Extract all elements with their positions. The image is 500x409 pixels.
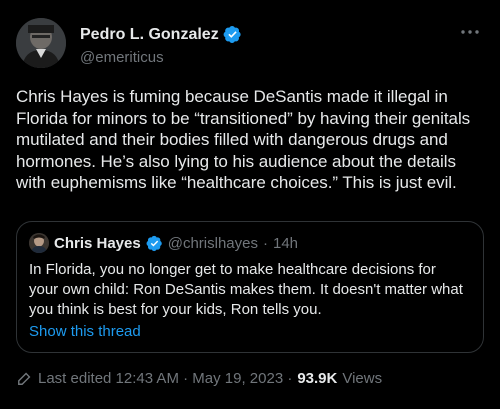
quoted-author-handle: @chrislhayes [167, 234, 258, 252]
quoted-tweet-header: Chris Hayes @chrislhayes · 14h [29, 232, 471, 254]
views-count: 93.9K [297, 370, 338, 387]
author-name-row: Pedro L. Gonzalez [80, 25, 242, 44]
last-edited-label[interactable]: Last edited 12:43 AM · May 19, 2023 · [38, 370, 292, 387]
quoted-author-avatar [29, 233, 49, 253]
quoted-separator: · [262, 234, 268, 252]
more-dots-icon[interactable] [458, 20, 482, 44]
quoted-tweet-text: In Florida, you no longer get to make he… [29, 261, 463, 318]
author-handle[interactable]: @emeriticus [80, 49, 164, 66]
verified-badge-icon[interactable] [223, 25, 242, 44]
tweet-header: Pedro L. Gonzalez @emeriticus [16, 18, 484, 74]
tweet-meta: Last edited 12:43 AM · May 19, 2023 · 93… [16, 370, 382, 387]
quoted-verified-badge-icon [146, 235, 162, 251]
views-label: Views [342, 370, 383, 387]
edit-pencil-icon[interactable] [16, 370, 33, 387]
author-display-name[interactable]: Pedro L. Gonzalez [80, 26, 219, 44]
quoted-tweet[interactable]: Chris Hayes @chrislhayes · 14h In Florid… [16, 221, 484, 353]
quoted-author-name: Chris Hayes [54, 234, 141, 252]
show-thread-link[interactable]: Show this thread [29, 323, 141, 340]
tweet-text: Chris Hayes is fuming because DeSantis m… [16, 87, 471, 192]
quoted-timestamp: 14h [272, 234, 299, 252]
tweet-card: Pedro L. Gonzalez @emeriticus Chris Haye… [0, 0, 500, 409]
author-avatar[interactable] [16, 18, 66, 68]
